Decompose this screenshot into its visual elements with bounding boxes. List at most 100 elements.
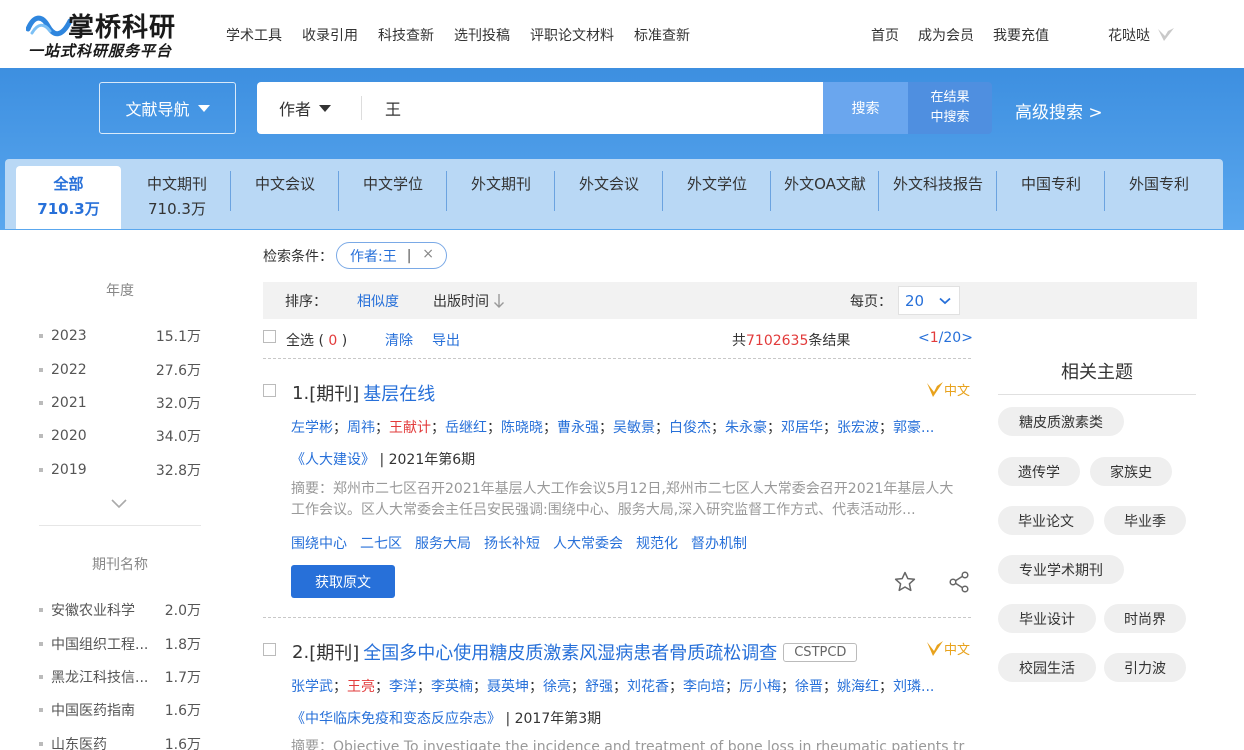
literature-nav-button[interactable]: 文献导航 <box>99 82 236 134</box>
search-button[interactable]: 搜索 <box>823 82 908 134</box>
page-total-next[interactable]: /20> <box>939 330 973 346</box>
topic-tag[interactable]: 专业学术期刊 <box>998 555 1124 584</box>
tab-cn-journal[interactable]: 中文期刊 710.3万 <box>123 159 231 229</box>
tab-cn-conference[interactable]: 中文会议 <box>231 159 339 229</box>
topnav-item[interactable]: 科技查新 <box>378 25 434 45</box>
author-link[interactable]: 厉小梅 <box>739 679 781 695</box>
topnav-item[interactable]: 选刊投稿 <box>454 25 510 45</box>
keyword-link[interactable]: 二七区 <box>360 533 402 553</box>
year-filter-item[interactable]: 2021 32.0万 <box>39 393 201 413</box>
sort-relevance[interactable]: 相似度 <box>357 291 399 311</box>
author-link[interactable]: 徐晋 <box>795 679 823 695</box>
author-link[interactable]: 刘花香 <box>627 679 669 695</box>
tab-foreign-tech-report[interactable]: 外文科技报告 <box>879 159 997 229</box>
topic-tag[interactable]: 毕业设计 <box>998 604 1096 633</box>
author-link[interactable]: 左学彬 <box>291 420 333 436</box>
author-link[interactable]: 姚海红 <box>837 679 879 695</box>
journal-filter-item[interactable]: 中国组织工程... 1.8万 <box>39 634 201 654</box>
get-fulltext-button[interactable]: 获取原文 <box>291 565 395 598</box>
advanced-search-link[interactable]: 高级搜索 > <box>1015 98 1103 123</box>
journal-filter-item[interactable]: 山东医药 1.6万 <box>39 734 201 750</box>
keyword-link[interactable]: 督办机制 <box>691 533 747 553</box>
topic-tag[interactable]: 毕业季 <box>1104 506 1186 535</box>
author-link[interactable]: 王献计 <box>389 420 431 436</box>
year-filter-item[interactable]: 2020 34.0万 <box>39 426 201 446</box>
tab-foreign-conference[interactable]: 外文会议 <box>555 159 663 229</box>
keyword-link[interactable]: 围绕中心 <box>291 533 347 553</box>
select-all-label[interactable]: 全选 ( 0 ) <box>286 330 347 350</box>
result-checkbox[interactable] <box>263 643 276 656</box>
search-within-button[interactable]: 在结果 中搜索 <box>908 82 992 134</box>
result-checkbox[interactable] <box>263 384 276 397</box>
result-title-link[interactable]: 基层在线 <box>363 380 435 406</box>
author-link[interactable]: 曹永强 <box>557 420 599 436</box>
journal-filter-item[interactable]: 安徽农业科学 2.0万 <box>39 600 201 620</box>
author-link[interactable]: 岳继红 <box>445 420 487 436</box>
author-link[interactable]: 邓居华 <box>781 420 823 436</box>
tab-all[interactable]: 全部 710.3万 <box>16 166 121 229</box>
pagination[interactable]: <1/20> <box>918 330 973 346</box>
author-link[interactable]: 张宏波 <box>837 420 879 436</box>
tab-foreign-journal[interactable]: 外文期刊 <box>447 159 555 229</box>
star-icon[interactable] <box>893 570 917 594</box>
author-link[interactable]: 陈晓晓 <box>501 420 543 436</box>
topic-tag[interactable]: 遗传学 <box>998 457 1080 486</box>
author-link[interactable]: 李英楠 <box>431 679 473 695</box>
author-link[interactable]: 周祎 <box>347 420 375 436</box>
tab-foreign-oa[interactable]: 外文OA文献 <box>771 159 879 229</box>
share-icon[interactable] <box>947 570 971 594</box>
page-prev[interactable]: < <box>918 330 930 346</box>
membership-link[interactable]: 成为会员 <box>918 25 974 45</box>
author-link[interactable]: 王亮 <box>347 679 375 695</box>
home-link[interactable]: 首页 <box>871 25 899 45</box>
tab-cn-patent[interactable]: 中国专利 <box>997 159 1105 229</box>
clear-button[interactable]: 清除 <box>385 330 413 350</box>
topnav-item[interactable]: 学术工具 <box>226 25 282 45</box>
per-page-select[interactable]: 20 <box>898 286 960 315</box>
topic-tag[interactable]: 校园生活 <box>998 653 1096 682</box>
author-link[interactable]: 吴敏景 <box>613 420 655 436</box>
keyword-link[interactable]: 人大常委会 <box>553 533 623 553</box>
topnav-item[interactable]: 标准查新 <box>634 25 690 45</box>
tab-foreign-patent[interactable]: 外国专利 <box>1105 159 1213 229</box>
tab-cn-degree[interactable]: 中文学位 <box>339 159 447 229</box>
keyword-link[interactable]: 规范化 <box>636 533 678 553</box>
year-filter-item[interactable]: 2022 27.6万 <box>39 360 201 380</box>
author-link[interactable]: 李洋 <box>389 679 417 695</box>
topic-tag[interactable]: 家族史 <box>1090 457 1172 486</box>
author-link[interactable]: 徐亮 <box>543 679 571 695</box>
author-link[interactable]: 郭豪... <box>893 420 934 436</box>
recharge-link[interactable]: 我要充值 <box>993 25 1049 45</box>
author-link[interactable]: 舒强 <box>585 679 613 695</box>
topnav-item[interactable]: 收录引用 <box>302 25 358 45</box>
author-link[interactable]: 张学武 <box>291 679 333 695</box>
topic-tag[interactable]: 毕业论文 <box>998 506 1094 535</box>
author-link[interactable]: 聂英坤 <box>487 679 529 695</box>
chevron-down-icon[interactable] <box>110 498 128 510</box>
sort-date[interactable]: 出版时间 <box>433 291 505 311</box>
logo[interactable]: 掌桥科研 一站式科研服务平台 <box>24 7 194 61</box>
journal-filter-item[interactable]: 黑龙江科技信... 1.7万 <box>39 667 201 687</box>
export-button[interactable]: 导出 <box>432 330 460 350</box>
author-link[interactable]: 朱永豪 <box>725 420 767 436</box>
search-field-select[interactable]: 作者 <box>279 82 332 134</box>
year-filter-item[interactable]: 2019 32.8万 <box>39 460 201 480</box>
keyword-link[interactable]: 扬长补短 <box>484 533 540 553</box>
journal-filter-item[interactable]: 中国医药指南 1.6万 <box>39 700 201 720</box>
result-title-link[interactable]: 全国多中心使用糖皮质激素风湿病患者骨质疏松调查 <box>363 639 777 665</box>
topic-tag[interactable]: 糖皮质激素类 <box>998 407 1124 436</box>
journal-link[interactable]: 《人大建设》 <box>291 452 375 468</box>
tab-foreign-degree[interactable]: 外文学位 <box>663 159 771 229</box>
journal-link[interactable]: 《中华临床免疫和变态反应杂志》 <box>291 711 501 727</box>
user-menu[interactable]: 花哒哒 <box>1108 25 1176 45</box>
select-all-checkbox[interactable] <box>263 330 276 343</box>
author-link[interactable]: 刘璘... <box>893 679 934 695</box>
topnav-item[interactable]: 评职论文材料 <box>530 25 614 45</box>
author-link[interactable]: 李向培 <box>683 679 725 695</box>
keyword-link[interactable]: 服务大局 <box>415 533 471 553</box>
author-link[interactable]: 白俊杰 <box>669 420 711 436</box>
search-input[interactable] <box>385 94 805 122</box>
topic-tag[interactable]: 时尚界 <box>1104 604 1186 633</box>
close-icon[interactable]: × <box>422 246 434 262</box>
year-filter-item[interactable]: 2023 15.1万 <box>39 326 201 346</box>
